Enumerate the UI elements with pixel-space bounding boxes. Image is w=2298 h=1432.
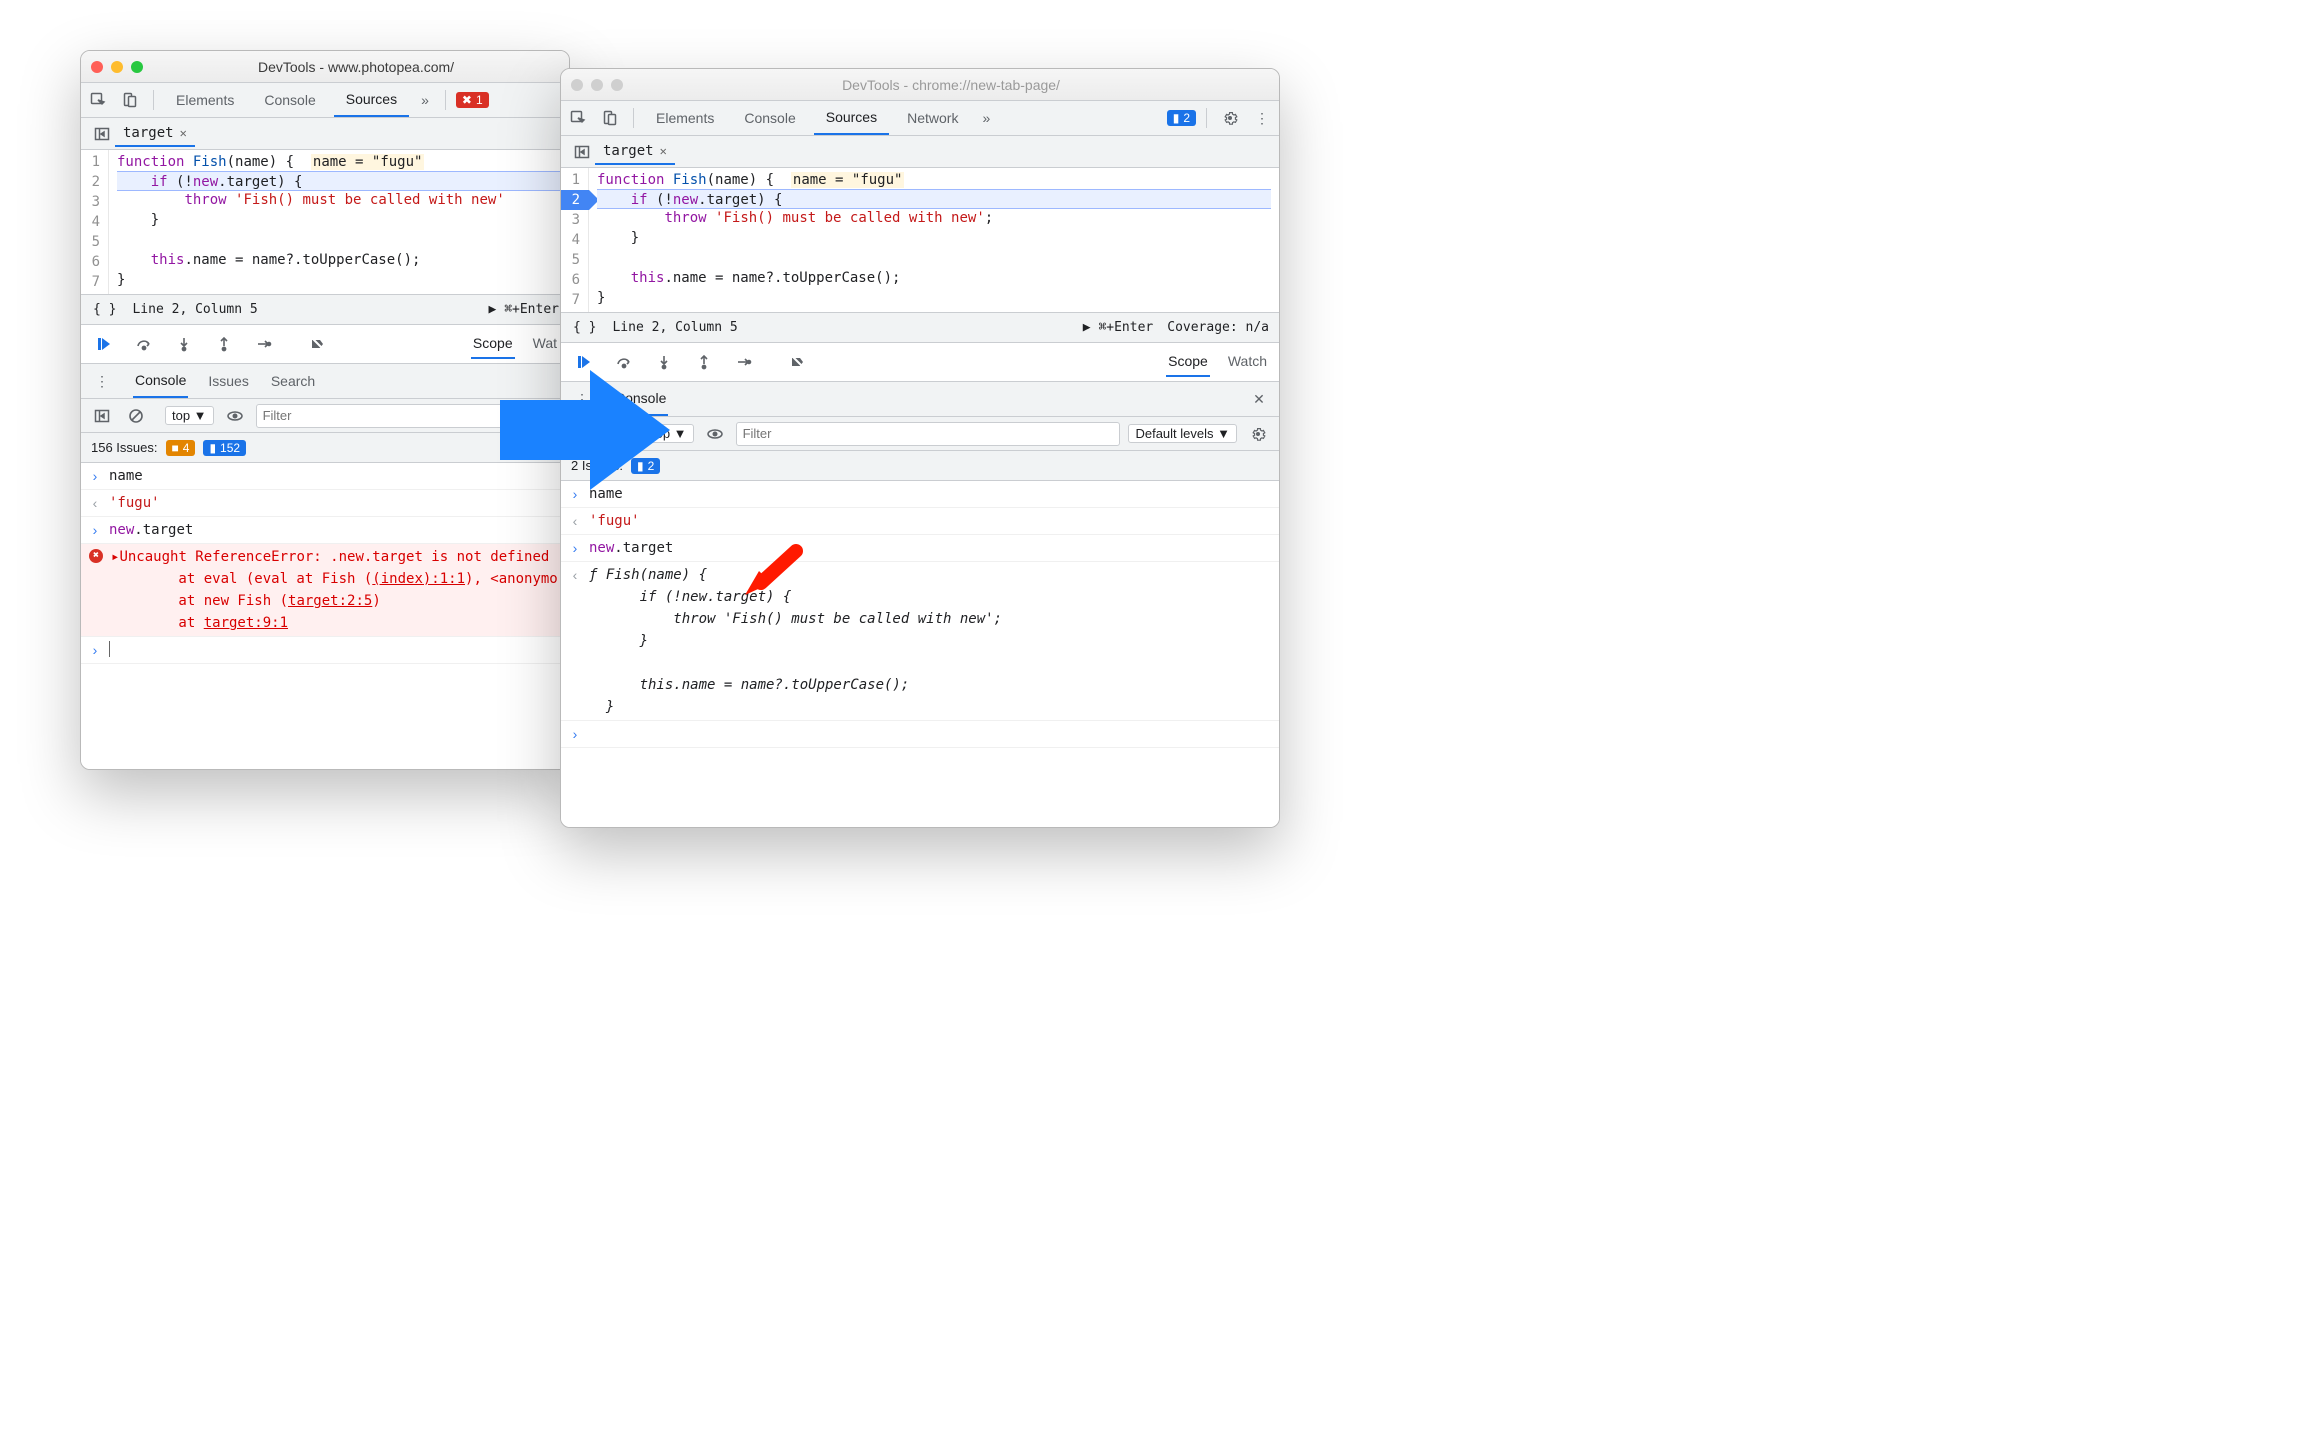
console-sidebar-icon[interactable]: [89, 403, 115, 429]
drawer-tabs: ⋮ Console Issues Search: [81, 364, 569, 399]
filter-input[interactable]: [256, 404, 519, 428]
settings-icon[interactable]: [1217, 105, 1243, 131]
more-tabs-icon[interactable]: »: [976, 110, 996, 126]
file-tab-target[interactable]: target✕: [115, 121, 195, 147]
code-lines: function Fish(name) { name = "fugu" if (…: [589, 168, 1279, 312]
drawer-tab-issues[interactable]: Issues: [206, 365, 250, 397]
clear-console-icon[interactable]: [123, 403, 149, 429]
gutter: 1234567: [561, 168, 589, 312]
main-toolbar: Elements Console Sources » ✖ 1: [81, 83, 569, 118]
zoom-dot[interactable]: [611, 79, 623, 91]
step-out-icon[interactable]: [211, 331, 237, 357]
gutter: 1234567: [81, 150, 109, 294]
levels-dropdown[interactable]: Default levels ▼: [1128, 424, 1237, 443]
console-toolbar: top ▼ Defau: [81, 399, 569, 433]
scope-tab[interactable]: Scope: [471, 329, 515, 359]
source-editor[interactable]: 1234567 function Fish(name) { name = "fu…: [561, 168, 1279, 313]
transition-arrow-icon: [500, 370, 670, 494]
close-dot[interactable]: [571, 79, 583, 91]
close-dot[interactable]: [91, 61, 103, 73]
tab-sources[interactable]: Sources: [814, 101, 889, 135]
issues-bar[interactable]: 156 Issues: ■ 4 ▮ 152: [81, 433, 569, 463]
title-bar: DevTools - www.photopea.com/: [81, 51, 569, 83]
coverage-status: Coverage: n/a: [1167, 320, 1269, 335]
console-error: ✖ ▸Uncaught ReferenceError: .new.target …: [81, 544, 569, 637]
minimize-dot[interactable]: [111, 61, 123, 73]
live-expression-icon[interactable]: [702, 421, 728, 447]
main-toolbar: Elements Console Sources Network » ▮ 2 ⋮: [561, 101, 1279, 136]
console-settings-icon[interactable]: [1245, 421, 1271, 447]
device-icon[interactable]: [597, 105, 623, 131]
tab-console[interactable]: Console: [252, 84, 327, 116]
inspect-icon[interactable]: [565, 105, 591, 131]
deactivate-breakpoints-icon[interactable]: [305, 331, 331, 357]
editor-status: { } Line 2, Column 5 ▶ ⌘+Enter Coverage:…: [561, 313, 1279, 343]
tab-console[interactable]: Console: [732, 102, 807, 134]
navigator-toggle-icon[interactable]: [89, 121, 115, 147]
pretty-print-icon[interactable]: { }: [91, 302, 118, 317]
run-hint: ▶ ⌘+Enter: [489, 302, 559, 317]
deactivate-breakpoints-icon[interactable]: [785, 349, 811, 375]
drawer-menu-icon[interactable]: ⋮: [89, 368, 115, 394]
console-output[interactable]: ›name ‹'fugu' ›new.target ✖ ▸Uncaught Re…: [81, 463, 569, 769]
step-icon[interactable]: [251, 331, 277, 357]
file-tab-target[interactable]: target✕: [595, 139, 675, 165]
tab-elements[interactable]: Elements: [164, 84, 246, 116]
editor-status: { } Line 2, Column 5 ▶ ⌘+Enter: [81, 295, 569, 325]
tab-sources[interactable]: Sources: [334, 83, 409, 117]
close-icon[interactable]: ✕: [660, 144, 667, 158]
highlight-arrow-icon: [741, 543, 811, 610]
chevron-left-icon: ‹: [89, 492, 101, 514]
step-out-icon[interactable]: [691, 349, 717, 375]
info-badge[interactable]: ▮ 2: [1167, 110, 1196, 126]
live-expression-icon[interactable]: [222, 403, 248, 429]
code-lines: function Fish(name) { name = "fugu" if (…: [109, 150, 569, 294]
tab-elements[interactable]: Elements: [644, 102, 726, 134]
close-drawer-icon[interactable]: ✕: [1247, 391, 1271, 408]
info-badge: ▮ 152: [203, 440, 246, 456]
title-bar: DevTools - chrome://new-tab-page/: [561, 69, 1279, 101]
pretty-print-icon[interactable]: { }: [571, 320, 598, 335]
step-icon[interactable]: [731, 349, 757, 375]
context-selector[interactable]: top ▼: [165, 406, 214, 425]
watch-tab[interactable]: Watch: [1226, 347, 1269, 377]
cursor-position: Line 2, Column 5: [612, 320, 737, 335]
tab-network[interactable]: Network: [895, 102, 970, 134]
source-editor[interactable]: 1234567 function Fish(name) { name = "fu…: [81, 150, 569, 295]
device-icon[interactable]: [117, 87, 143, 113]
file-tabs-row: target✕: [561, 136, 1279, 168]
watch-tab[interactable]: Wat: [531, 329, 559, 359]
debugger-controls: Scope Wat: [81, 325, 569, 364]
inspect-icon[interactable]: [85, 87, 111, 113]
navigator-toggle-icon[interactable]: [569, 139, 595, 165]
file-tabs-row: target✕: [81, 118, 569, 150]
devtools-window-before: DevTools - www.photopea.com/ Elements Co…: [80, 50, 570, 770]
filter-input[interactable]: [736, 422, 1121, 446]
error-badge[interactable]: ✖ 1: [456, 92, 489, 108]
run-hint: ▶ ⌘+Enter: [1083, 320, 1153, 335]
minimize-dot[interactable]: [591, 79, 603, 91]
more-icon[interactable]: ⋮: [1249, 105, 1275, 131]
chevron-right-icon: ›: [89, 465, 101, 487]
warning-badge: ■ 4: [166, 440, 196, 456]
drawer-tab-search[interactable]: Search: [269, 365, 317, 397]
scope-tab[interactable]: Scope: [1166, 347, 1210, 377]
window-title: DevTools - chrome://new-tab-page/: [633, 77, 1269, 93]
close-icon[interactable]: ✕: [180, 126, 187, 140]
step-into-icon[interactable]: [171, 331, 197, 357]
more-tabs-icon[interactable]: »: [415, 92, 435, 108]
drawer-tab-console[interactable]: Console: [133, 364, 188, 398]
zoom-dot[interactable]: [131, 61, 143, 73]
step-over-icon[interactable]: [131, 331, 157, 357]
resume-icon[interactable]: [91, 331, 117, 357]
console-output[interactable]: ›name ‹'fugu' ›new.target ‹ƒ Fish(name) …: [561, 481, 1279, 827]
error-icon: ✖: [89, 549, 103, 563]
cursor-position: Line 2, Column 5: [132, 302, 257, 317]
window-title: DevTools - www.photopea.com/: [153, 59, 559, 75]
